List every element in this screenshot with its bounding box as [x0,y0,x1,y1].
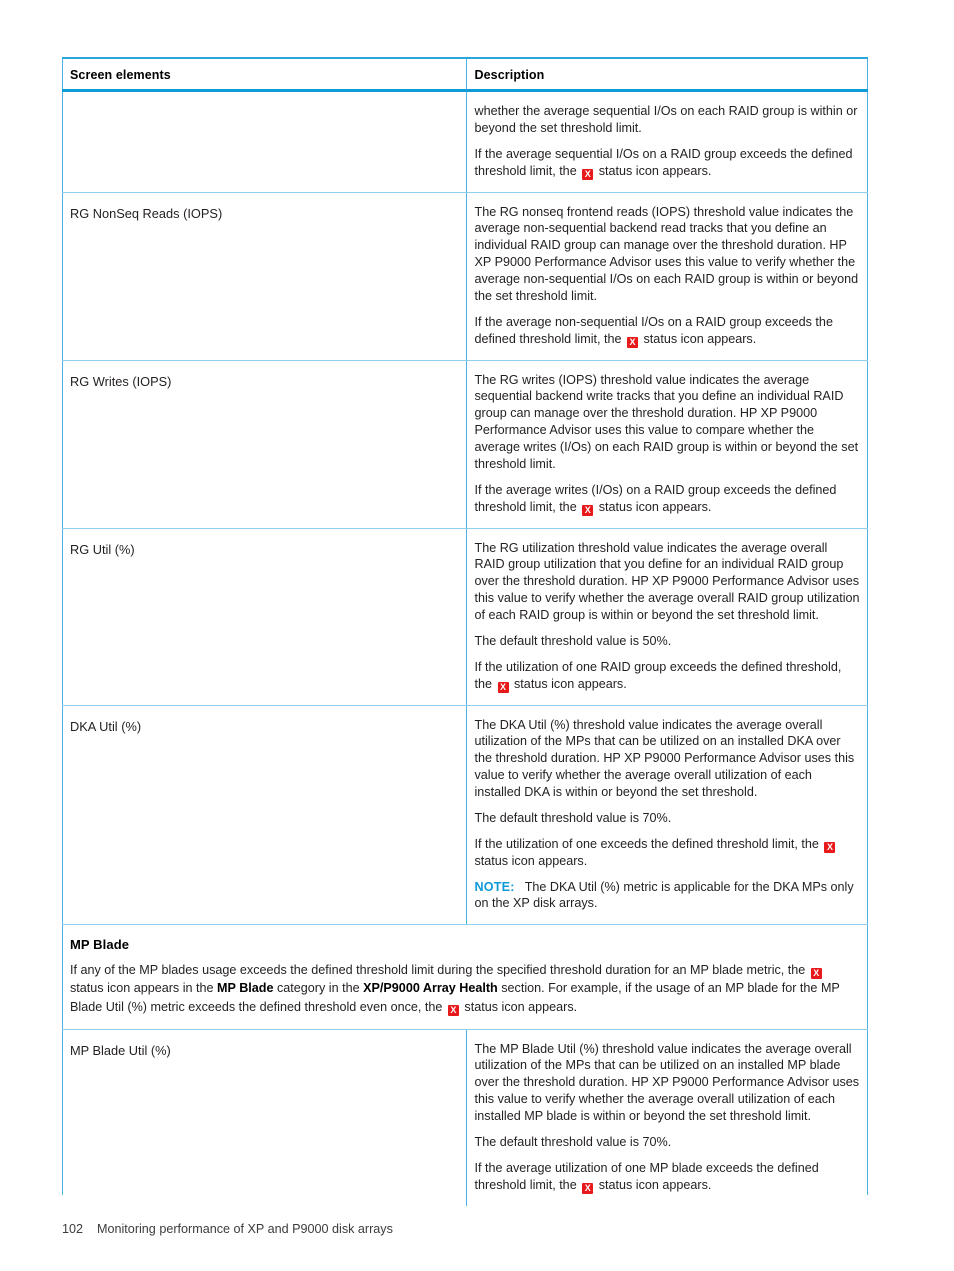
row-term: RG Writes (IOPS) [62,360,466,529]
note-label: NOTE: [474,879,515,894]
description-paragraph: The RG nonseq frontend reads (IOPS) thre… [474,204,859,303]
footer-chapter-title: Monitoring performance of XP and P9000 d… [97,1222,393,1236]
description-paragraph: If the average utilization of one MP bla… [474,1160,819,1194]
table-body: whether the average sequential I/Os on e… [62,90,868,1206]
emphasis-text: MP Blade [217,981,274,996]
description-paragraph: The default threshold value is 70%. [474,1134,672,1149]
column-header-description: Description [465,57,868,92]
document-page: Screen elements Description whether the … [0,0,954,1271]
section-body: If any of the MP blades usage exceeds th… [70,962,840,1016]
row-term: RG Util (%) [62,528,466,706]
description-paragraph: If the average non-sequential I/Os on a … [474,314,833,348]
table-row: DKA Util (%) The DKA Util (%) threshold … [62,705,868,926]
row-description: The RG nonseq frontend reads (IOPS) thre… [465,192,868,361]
footer-page-number: 102 [62,1222,84,1236]
section-title: MP Blade [70,937,130,953]
row-description: The DKA Util (%) threshold value indicat… [465,705,868,926]
description-paragraph: The RG utilization threshold value indic… [474,540,860,623]
emphasis-text: XP/P9000 Array Health [363,981,498,996]
row-description: The RG writes (IOPS) threshold value ind… [465,360,868,529]
row-term [62,90,466,193]
note-block: NOTE: The DKA Util (%) metric is applicab… [475,879,861,913]
row-term: RG NonSeq Reads (IOPS) [62,192,466,361]
table-header-row: Screen elements Description [62,57,868,92]
status-error-icon: X [582,1182,594,1194]
table-row: RG Util (%) The RG utilization threshold… [62,528,868,706]
description-paragraph: The DKA Util (%) threshold value indicat… [474,717,855,800]
row-term: MP Blade Util (%) [70,1042,171,1058]
page-footer: 102 Monitoring performance of XP and P900… [62,1222,393,1236]
threshold-metrics-table: Screen elements Description whether the … [62,57,868,1206]
table-section-row: MP Blade If any of the MP blades usage e… [62,924,868,1030]
description-paragraph: The MP Blade Util (%) threshold value in… [474,1041,860,1124]
row-term: DKA Util (%) [62,705,466,926]
status-error-icon: X [582,168,594,180]
note-text: The DKA Util (%) metric is applicable fo… [474,879,854,911]
description-paragraph: whether the average sequential I/Os on e… [474,104,858,135]
description-paragraph: The default threshold value is 50%. [474,633,672,648]
description-paragraph: If the utilization of one exceeds the de… [475,836,861,870]
description-paragraph: If the utilization of one RAID group exc… [474,659,842,693]
status-error-icon: X [810,967,822,979]
status-error-icon: X [627,336,639,348]
table-row: whether the average sequential I/Os on e… [62,90,868,193]
status-error-icon: X [824,841,836,853]
status-error-icon: X [447,1004,459,1016]
status-error-icon: X [497,681,509,693]
row-description: The RG utilization threshold value indic… [465,528,868,706]
description-paragraph: If the average writes (I/Os) on a RAID g… [474,482,837,516]
column-header-screen-elements: Screen elements [62,57,466,92]
status-error-icon: X [582,504,594,516]
table-row: RG Writes (IOPS) The RG writes (IOPS) th… [62,360,868,529]
row-description: whether the average sequential I/Os on e… [465,90,868,193]
table-row: MP Blade Util (%) The MP Blade Util (%) … [62,1029,868,1206]
description-paragraph: If the average sequential I/Os on a RAID… [474,146,853,180]
table-row: RG NonSeq Reads (IOPS) The RG nonseq fro… [62,192,868,361]
row-description: The MP Blade Util (%) threshold value in… [465,1029,868,1206]
description-paragraph: The RG writes (IOPS) threshold value ind… [474,372,859,471]
description-paragraph: The default threshold value is 70%. [474,810,672,825]
mp-blade-section: MP Blade If any of the MP blades usage e… [62,924,868,1030]
